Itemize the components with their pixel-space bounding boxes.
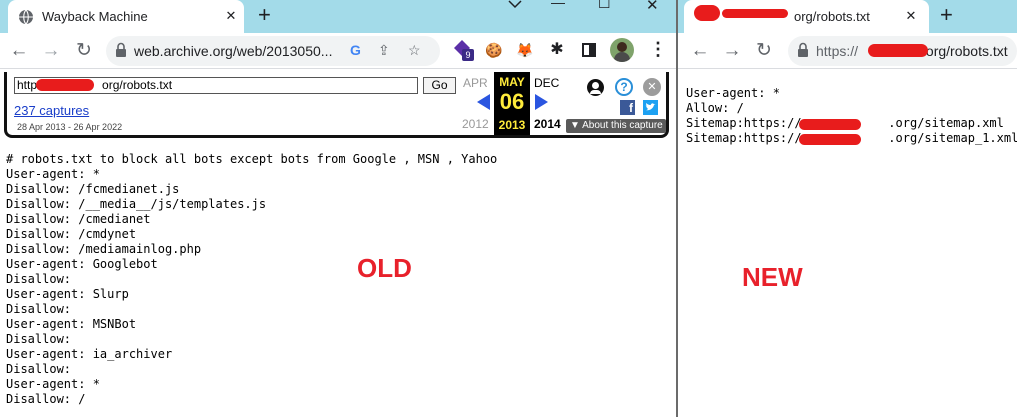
prev-year-label[interactable]: 2012	[462, 117, 489, 131]
fox-extension-icon[interactable]: 🦊	[514, 39, 536, 61]
content-line: User-agent: MSNBot	[6, 317, 137, 331]
twitter-icon[interactable]	[643, 100, 658, 115]
minimize-button[interactable]: —	[551, 0, 565, 10]
content-line: User-agent: ia_archiver	[6, 347, 173, 361]
tab-strip: Wayback Machine ✕ + — ☐ ✕	[0, 0, 676, 33]
help-icon[interactable]: ?	[615, 78, 633, 96]
toolbar: ← → ↻ https://.org/robots.txt	[678, 33, 1017, 69]
close-wayback-icon[interactable]: ✕	[643, 78, 661, 96]
content-line: Disallow: /__media__/js/templates.js	[6, 197, 267, 211]
back-button[interactable]: ←	[687, 38, 713, 64]
forward-button[interactable]: →	[719, 38, 745, 64]
new-tab-button[interactable]: +	[258, 3, 271, 27]
wayback-toolbar: http://org/robots.txt Go 237 captures 28…	[4, 72, 669, 138]
content-line: User-agent: Slurp	[6, 287, 129, 301]
about-capture-button[interactable]: ▼ About this capture	[566, 119, 666, 133]
tab-close-icon[interactable]: ✕	[902, 7, 920, 25]
reload-button[interactable]: ↻	[71, 38, 97, 64]
new-label: NEW	[742, 262, 803, 292]
new-tab-button[interactable]: +	[940, 3, 953, 27]
address-bar[interactable]: https://.org/robots.txt	[788, 36, 1017, 66]
redaction-mark	[868, 44, 928, 57]
menu-dots-icon[interactable]: ⋮	[649, 39, 667, 59]
prev-capture-arrow-icon[interactable]	[477, 94, 490, 110]
content-line: User-agent: *	[686, 86, 780, 100]
capture-range: 28 Apr 2013 - 26 Apr 2022	[17, 122, 123, 132]
facebook-icon[interactable]: f	[620, 100, 635, 115]
current-year: 2013	[498, 118, 526, 132]
tab-title: Wayback Machine	[42, 9, 148, 24]
captures-link[interactable]: 237 captures	[14, 103, 89, 118]
puzzle-extensions-icon[interactable]: ✱	[546, 39, 568, 61]
content-line: Disallow:	[6, 362, 72, 376]
side-panel-icon[interactable]	[582, 43, 596, 57]
current-day: 06	[499, 89, 525, 114]
next-month-label[interactable]: DEC	[534, 76, 559, 90]
redaction-mark	[36, 79, 94, 91]
maximize-button[interactable]: ☐	[598, 0, 611, 12]
content-line: User-agent: *	[6, 377, 100, 391]
content-line: Disallow:	[6, 302, 72, 316]
content-line: Disallow: /mediamainlog.php	[6, 242, 202, 256]
extension-badge: 9	[462, 49, 474, 61]
content-line: Allow: /	[686, 101, 744, 115]
content-line: # robots.txt to block all bots except bo…	[6, 152, 498, 166]
content-line: Disallow: /	[6, 392, 86, 406]
content-line: Disallow:	[6, 332, 72, 346]
lock-icon	[798, 42, 808, 57]
extension-icon[interactable]: 9	[451, 39, 474, 61]
window-close-button[interactable]: ✕	[646, 0, 659, 14]
old-browser-window: Wayback Machine ✕ + — ☐ ✕ ← → ↻ web.arch…	[0, 0, 676, 417]
current-month: MAY	[499, 75, 525, 89]
old-robots-content: # robots.txt to block all bots except bo…	[6, 152, 497, 407]
tab-search-chevron-icon[interactable]	[507, 0, 523, 10]
content-line: Disallow: /cmedianet	[6, 212, 151, 226]
next-capture-arrow-icon[interactable]	[535, 94, 548, 110]
content-line: Disallow:	[6, 272, 72, 286]
redaction-mark	[799, 134, 861, 145]
redaction-mark	[722, 9, 788, 18]
new-browser-window: org/robots.txt ✕ + ← → ↻ https://.org/ro…	[678, 0, 1017, 417]
tab-robots-txt[interactable]: org/robots.txt ✕	[684, 0, 929, 33]
content-line: Disallow: /cmdynet	[6, 227, 137, 241]
google-icon[interactable]: G	[350, 42, 361, 58]
old-label: OLD	[357, 253, 412, 283]
next-year-label[interactable]: 2014	[534, 117, 561, 131]
bookmark-star-icon[interactable]: ☆	[408, 42, 421, 59]
address-bar[interactable]: web.archive.org/web/2013050... G ⇪ ☆	[106, 36, 440, 66]
tab-wayback-machine[interactable]: Wayback Machine ✕	[8, 0, 244, 33]
reload-button[interactable]: ↻	[751, 38, 777, 64]
redaction-mark	[799, 119, 861, 130]
redaction-mark	[694, 5, 720, 21]
globe-icon	[19, 9, 33, 24]
toolbar: ← → ↻ web.archive.org/web/2013050... G ⇪…	[0, 33, 676, 69]
current-capture-date: MAY 06 2013	[494, 72, 530, 135]
lock-icon	[116, 42, 126, 57]
tab-close-icon[interactable]: ✕	[222, 7, 240, 25]
go-button[interactable]: Go	[423, 77, 456, 94]
bird-icon	[645, 103, 656, 111]
share-icon[interactable]: ⇪	[378, 42, 390, 59]
prev-month-label[interactable]: APR	[463, 76, 488, 90]
account-icon[interactable]	[587, 79, 604, 96]
tab-strip: org/robots.txt ✕ +	[678, 0, 1017, 33]
tab-title: org/robots.txt	[794, 9, 870, 24]
content-line: User-agent: Googlebot	[6, 257, 158, 271]
content-line: User-agent: *	[6, 167, 100, 181]
back-button[interactable]: ←	[6, 38, 32, 64]
address-text: web.archive.org/web/2013050...	[134, 43, 333, 59]
content-line: Disallow: /fcmedianet.js	[6, 182, 180, 196]
cookie-icon[interactable]: 🍪	[483, 39, 505, 61]
forward-button[interactable]: →	[38, 38, 64, 64]
avatar[interactable]	[610, 38, 634, 62]
